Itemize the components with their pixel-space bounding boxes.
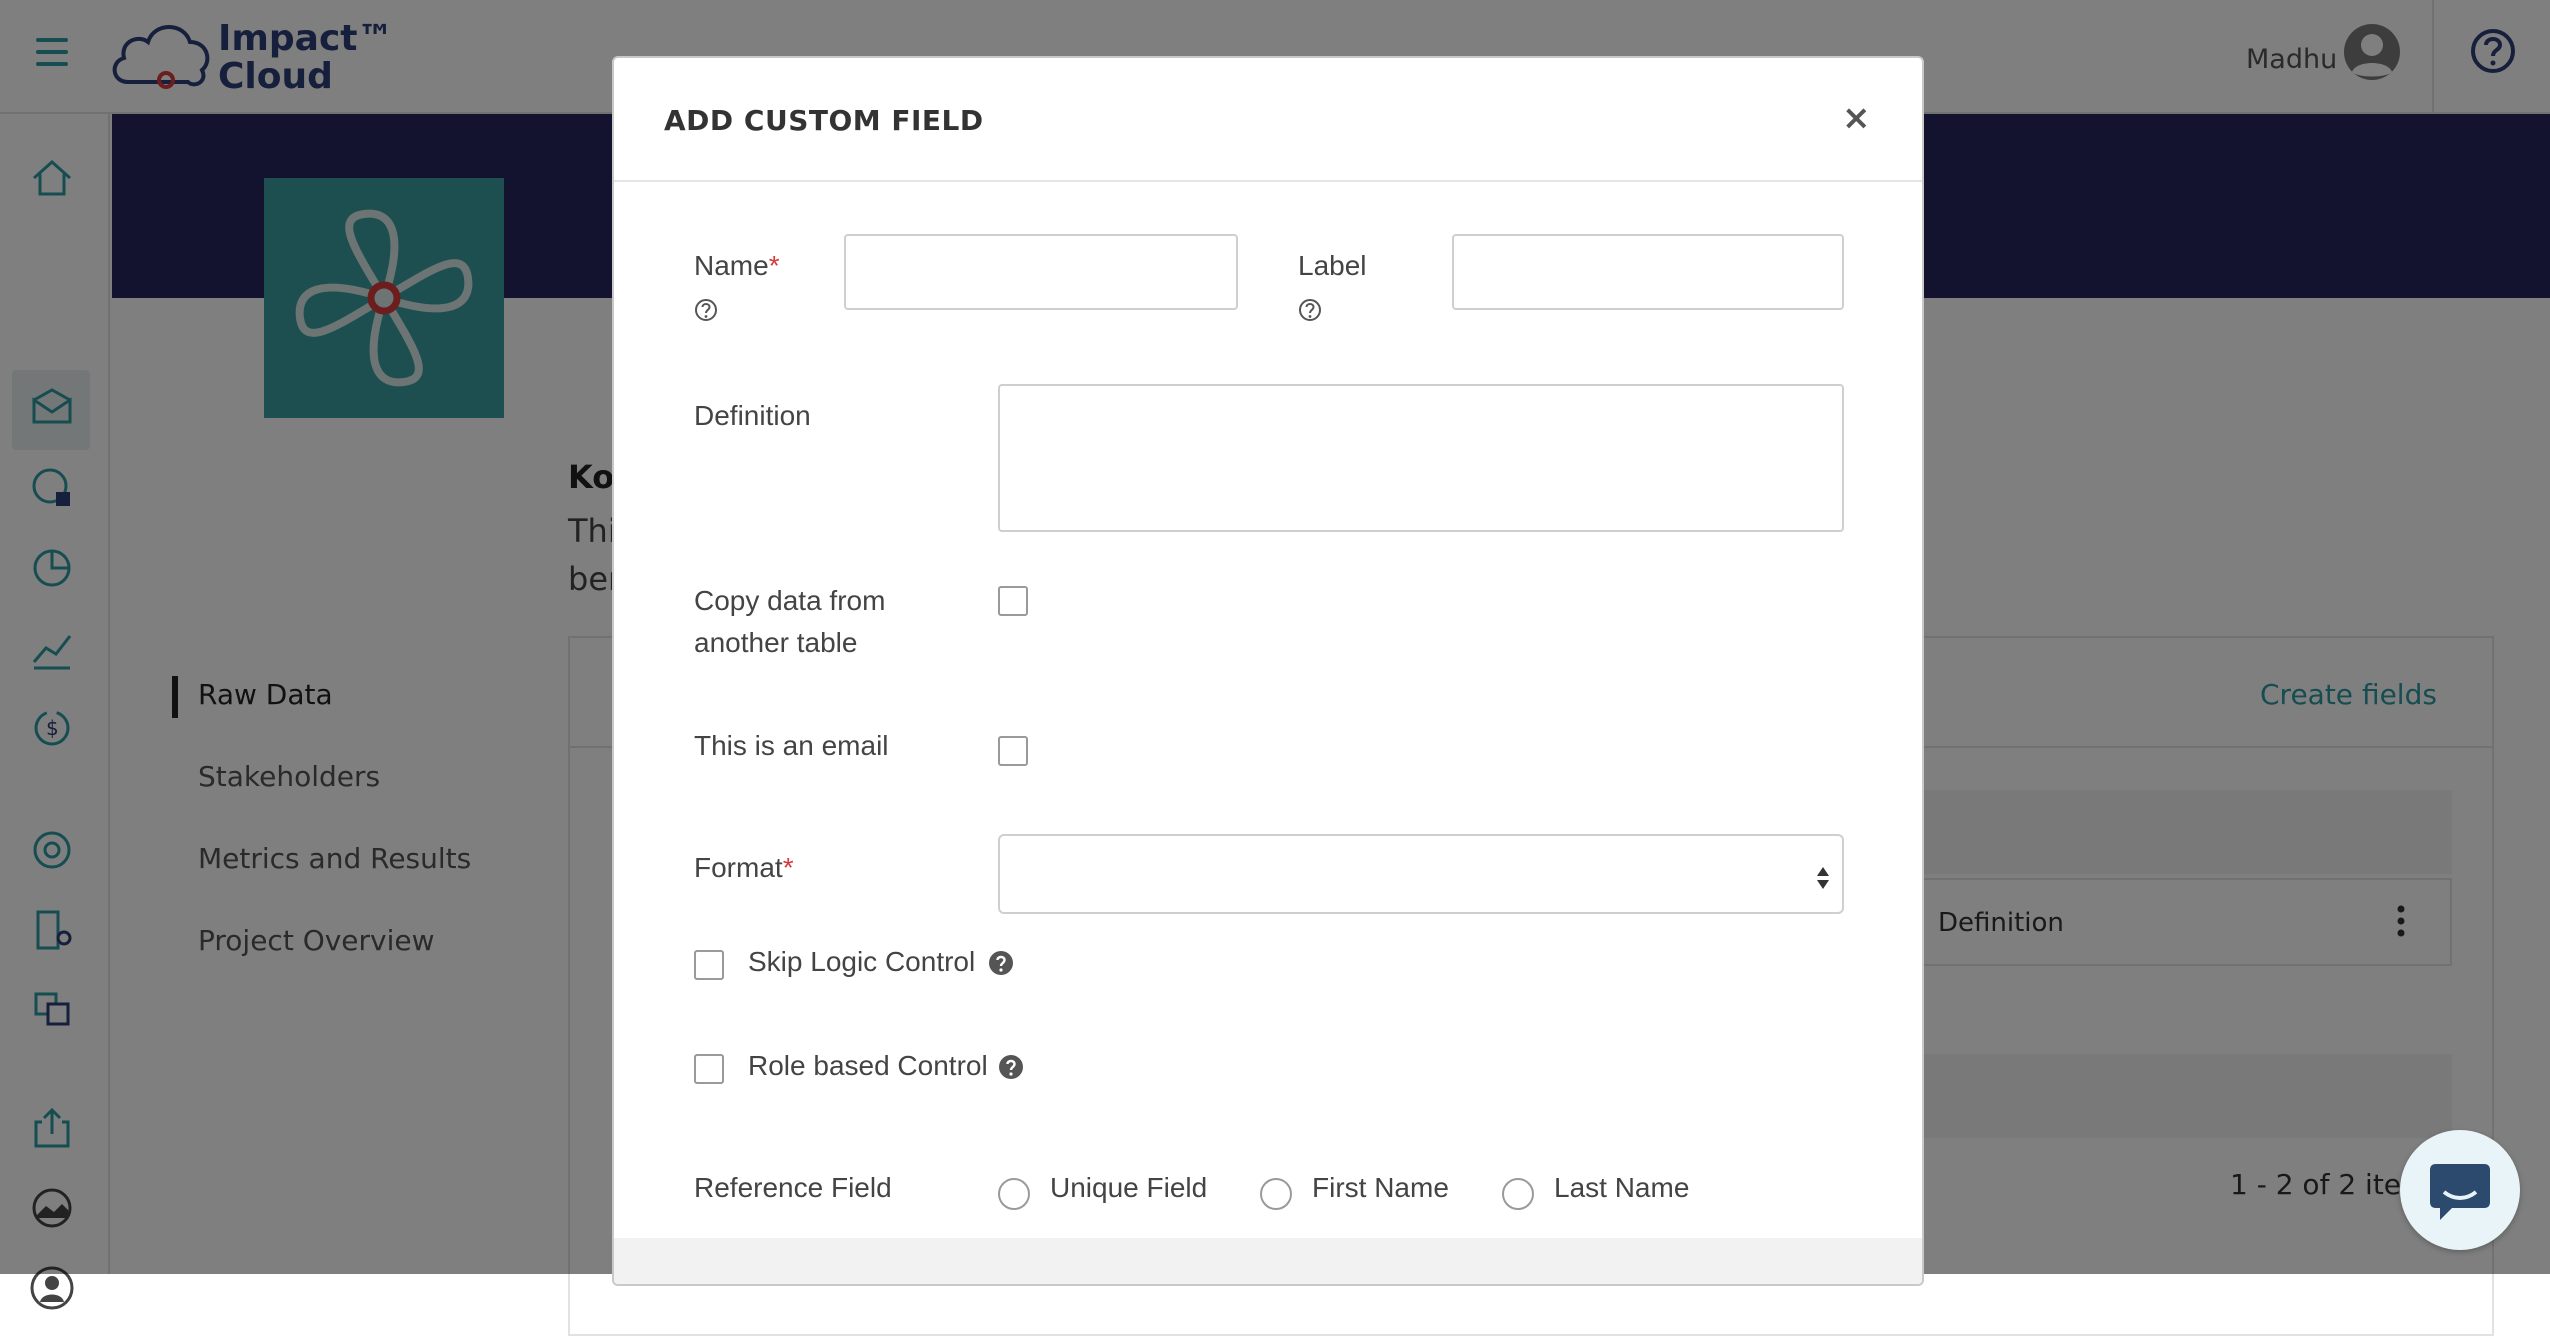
name-input[interactable] [844,234,1238,310]
skip-logic-checkbox[interactable] [694,950,724,980]
question-circle-icon[interactable] [694,298,718,322]
definition-label: Definition [694,400,811,431]
radio-unique-field[interactable] [998,1178,1030,1210]
copy-data-label: Copy data from another table [694,580,885,664]
select-arrows-icon [1817,867,1829,889]
radio-last-name-label[interactable]: Last Name [1554,1172,1689,1204]
copy-data-checkbox[interactable] [998,586,1028,616]
email-checkbox[interactable] [998,736,1028,766]
radio-last-name[interactable] [1502,1178,1534,1210]
question-circle-icon[interactable] [1298,298,1322,322]
modal-title: ADD CUSTOM FIELD [664,104,984,137]
name-label: Name* [694,250,780,282]
email-label: This is an email [694,730,889,761]
radio-first-name-label[interactable]: First Name [1312,1172,1449,1204]
copy-data-label-line1: Copy data from [694,585,886,616]
name-label-text: Name [694,250,769,281]
question-circle-filled-icon[interactable] [998,1054,1024,1080]
modal-header: ADD CUSTOM FIELD × [614,58,1922,182]
add-custom-field-modal: ADD CUSTOM FIELD × Name* Label Definitio… [612,56,1924,1286]
definition-textarea[interactable] [998,384,1844,532]
format-label-text: Format [694,852,783,883]
modal-footer [614,1238,1922,1284]
radio-unique-field-label[interactable]: Unique Field [1050,1172,1207,1204]
radio-first-name[interactable] [1260,1178,1292,1210]
format-label: Format* [694,852,794,884]
chat-icon [2430,1164,2490,1220]
format-select[interactable] [998,834,1844,914]
close-icon[interactable]: × [1842,98,1871,138]
reference-field-label: Reference Field [694,1172,892,1203]
role-based-checkbox[interactable] [694,1054,724,1084]
chat-widget-button[interactable] [2400,1130,2520,1250]
required-mark: * [782,852,794,883]
label-input[interactable] [1452,234,1844,310]
question-circle-filled-icon[interactable] [988,950,1014,976]
copy-data-label-line2: another table [694,627,858,658]
label-label: Label [1298,250,1367,281]
role-based-label: Role based Control [748,1050,988,1081]
skip-logic-label: Skip Logic Control [748,946,976,977]
required-mark: * [768,250,780,281]
